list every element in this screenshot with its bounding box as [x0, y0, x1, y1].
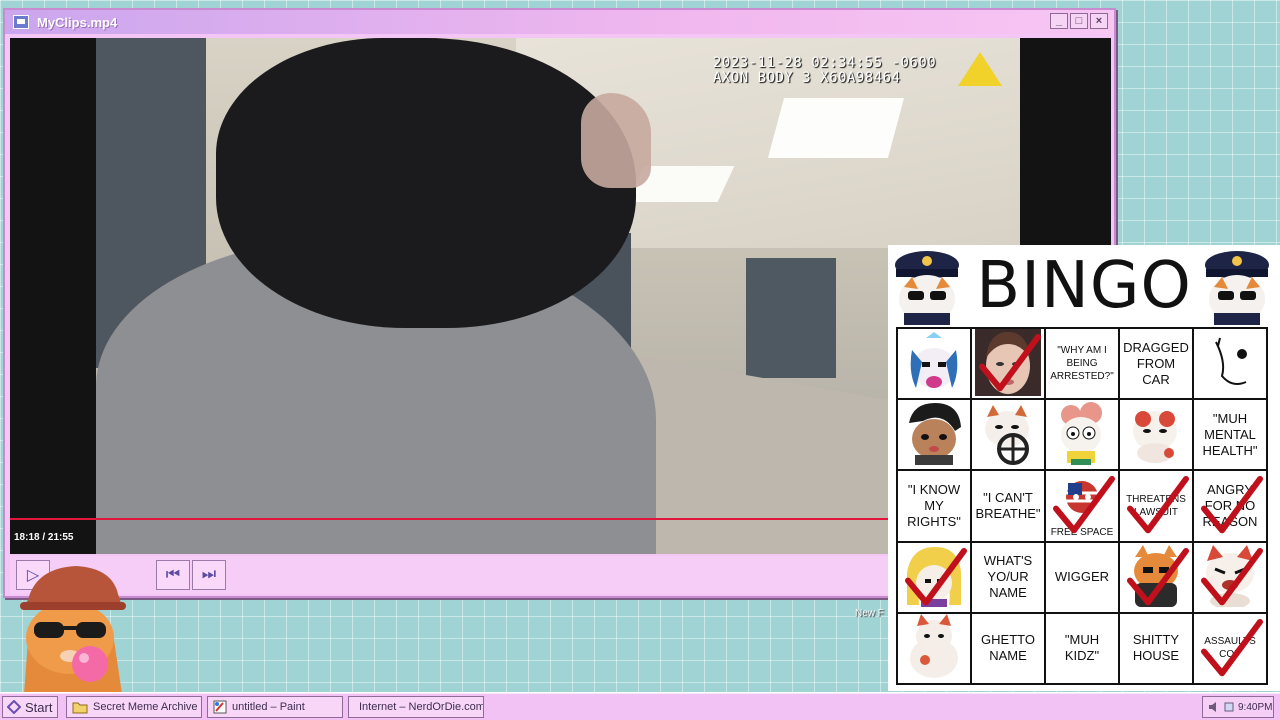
- ceiling-light: [767, 98, 905, 158]
- bingo-cell-label: "MUH MENTAL HEALTH": [1202, 410, 1258, 458]
- bingo-grid: "WHY AM I BEING ARRESTED?" DRAGGED FROM C…: [896, 327, 1268, 685]
- doodle-icon: [1202, 332, 1258, 396]
- bingo-cell: [1194, 329, 1266, 399]
- start-label: Start: [25, 699, 53, 715]
- bingo-cell-label: SHITTY HOUSE: [1132, 632, 1180, 664]
- cat-sitting-icon: [903, 614, 965, 682]
- window-title: MyClips.mp4: [37, 14, 118, 30]
- cat-bangs-icon: [903, 401, 965, 469]
- bingo-cell: SHITTY HOUSE: [1120, 613, 1192, 683]
- taskbar-item-meme-archive[interactable]: Secret Meme Archive: [66, 696, 202, 718]
- system-tray: 9:40PM: [1202, 696, 1274, 718]
- bingo-cell-label: GHETTO NAME: [981, 632, 1035, 664]
- bingo-cell: GHETTO NAME: [972, 613, 1044, 683]
- taskbar-item-internet[interactable]: Internet – NerdOrDie.com: [348, 696, 484, 718]
- video-person-hair: [216, 38, 636, 328]
- previous-button[interactable]: ⏮: [156, 560, 190, 590]
- bingo-cell: [898, 613, 970, 683]
- bingo-cell: WHAT'S YO/UR NAME: [972, 542, 1044, 612]
- flag-ball-icon: [1062, 479, 1102, 519]
- bingo-cell-label: ANGRY FOR NO REASON: [1202, 481, 1258, 529]
- cat-red-spots-icon: [1125, 401, 1187, 469]
- next-button[interactable]: ⏭: [192, 560, 226, 590]
- cat-unicorn-icon: [906, 331, 962, 396]
- woman-face-icon: [975, 329, 1041, 398]
- bingo-cell-label: THREATENS LAWSUIT: [1126, 493, 1186, 518]
- bingo-cell-label: FREE SPACE: [1050, 526, 1114, 538]
- minimize-button[interactable]: _: [1050, 13, 1068, 29]
- bingo-cell-label: "MUH KIDZ": [1064, 632, 1100, 664]
- bingo-cell: [1046, 400, 1118, 470]
- cat-angry-icon: [1199, 543, 1261, 611]
- bingo-cell: THREATENS LAWSUIT: [1120, 471, 1192, 541]
- speaker-icon[interactable]: [1208, 701, 1220, 713]
- bingo-cell: DRAGGED FROM CAR: [1120, 329, 1192, 399]
- cat-driver-icon: [977, 401, 1039, 469]
- bingo-cell: [898, 329, 970, 399]
- start-button[interactable]: Start: [2, 696, 58, 718]
- bingo-cell: [972, 329, 1044, 399]
- bingo-cell: [898, 542, 970, 612]
- close-button[interactable]: ×: [1090, 13, 1108, 29]
- monitor-icon: [13, 15, 29, 29]
- taskbar-item-label: Secret Meme Archive: [93, 701, 198, 713]
- skip-back-icon: ⏮: [165, 566, 181, 583]
- bodycam-timestamp: 2023-11-28 02:34:55 -0600: [713, 55, 937, 71]
- taskbar: Start Secret Meme Archive untitled – Pai…: [0, 692, 1280, 720]
- taskbar-item-paint[interactable]: untitled – Paint: [207, 696, 343, 718]
- video-door: [746, 258, 836, 378]
- bingo-cell-label: "I KNOW MY RIGHTS": [907, 481, 961, 529]
- axon-logo-icon: [958, 52, 1002, 86]
- bingo-cell: [1194, 542, 1266, 612]
- bingo-cell-label: "WHY AM I BEING ARRESTED?": [1050, 345, 1114, 383]
- title-bar[interactable]: MyClips.mp4 _ □ ×: [5, 10, 1114, 34]
- folder-icon: [72, 702, 88, 713]
- bingo-cell-label: WIGGER: [1054, 569, 1110, 585]
- network-icon[interactable]: [1224, 701, 1234, 713]
- bodycam-device-id: AXON BODY 3 X60A98464: [713, 70, 901, 86]
- cat-pink-hair-icon: [1051, 401, 1113, 469]
- bingo-cell: FREE SPACE: [1046, 471, 1118, 541]
- bodycam-overlay: 2023-11-28 02:34:55 -0600 AXON BODY 3 X6…: [713, 56, 936, 86]
- cat-sunglasses-sticker: [20, 566, 126, 694]
- window-controls: _ □ ×: [1050, 13, 1108, 29]
- paint-icon: [213, 700, 227, 714]
- clock: 9:40PM: [1238, 701, 1273, 713]
- bingo-cell: [1120, 400, 1192, 470]
- bingo-cell: [898, 400, 970, 470]
- desktop-icon-label[interactable]: New F: [855, 608, 884, 619]
- taskbar-item-label: untitled – Paint: [232, 701, 305, 713]
- seek-bar[interactable]: [10, 518, 929, 520]
- cat-dark-icon: [1125, 543, 1187, 611]
- hair-clip: [581, 93, 651, 188]
- bingo-cell: "MUH MENTAL HEALTH": [1194, 400, 1266, 470]
- time-readout: 18:18 / 21:55: [14, 532, 74, 543]
- bingo-cell: "I KNOW MY RIGHTS": [898, 471, 970, 541]
- bingo-cell: "WHY AM I BEING ARRESTED?": [1046, 329, 1118, 399]
- taskbar-item-label: Internet – NerdOrDie.com: [359, 701, 484, 713]
- bingo-cell: ANGRY FOR NO REASON: [1194, 471, 1266, 541]
- video-frame: 2023-11-28 02:34:55 -0600 AXON BODY 3 X6…: [96, 38, 1020, 554]
- bingo-cell-label: ASSAULTS COP: [1204, 636, 1256, 661]
- cat-blonde-icon: [903, 543, 965, 611]
- maximize-button[interactable]: □: [1070, 13, 1088, 29]
- bingo-cell: "MUH KIDZ": [1046, 613, 1118, 683]
- bingo-cell: [1120, 542, 1192, 612]
- start-logo-icon: [7, 700, 21, 714]
- bingo-title: BINGO: [976, 249, 1192, 323]
- bingo-cell-label: DRAGGED FROM CAR: [1123, 339, 1189, 387]
- bingo-cell: ASSAULTS COP: [1194, 613, 1266, 683]
- bingo-cell: "I CAN'T BREATHE": [972, 471, 1044, 541]
- bingo-cell-label: WHAT'S YO/UR NAME: [983, 553, 1033, 601]
- bingo-cell-label: "I CAN'T BREATHE": [975, 489, 1041, 521]
- skip-forward-icon: ⏭: [201, 566, 217, 583]
- bingo-card: BINGO "WHY AM I BEING ARRESTED?" DRAGGED …: [888, 245, 1280, 691]
- bingo-cell: [972, 400, 1044, 470]
- bingo-cell: WIGGER: [1046, 542, 1118, 612]
